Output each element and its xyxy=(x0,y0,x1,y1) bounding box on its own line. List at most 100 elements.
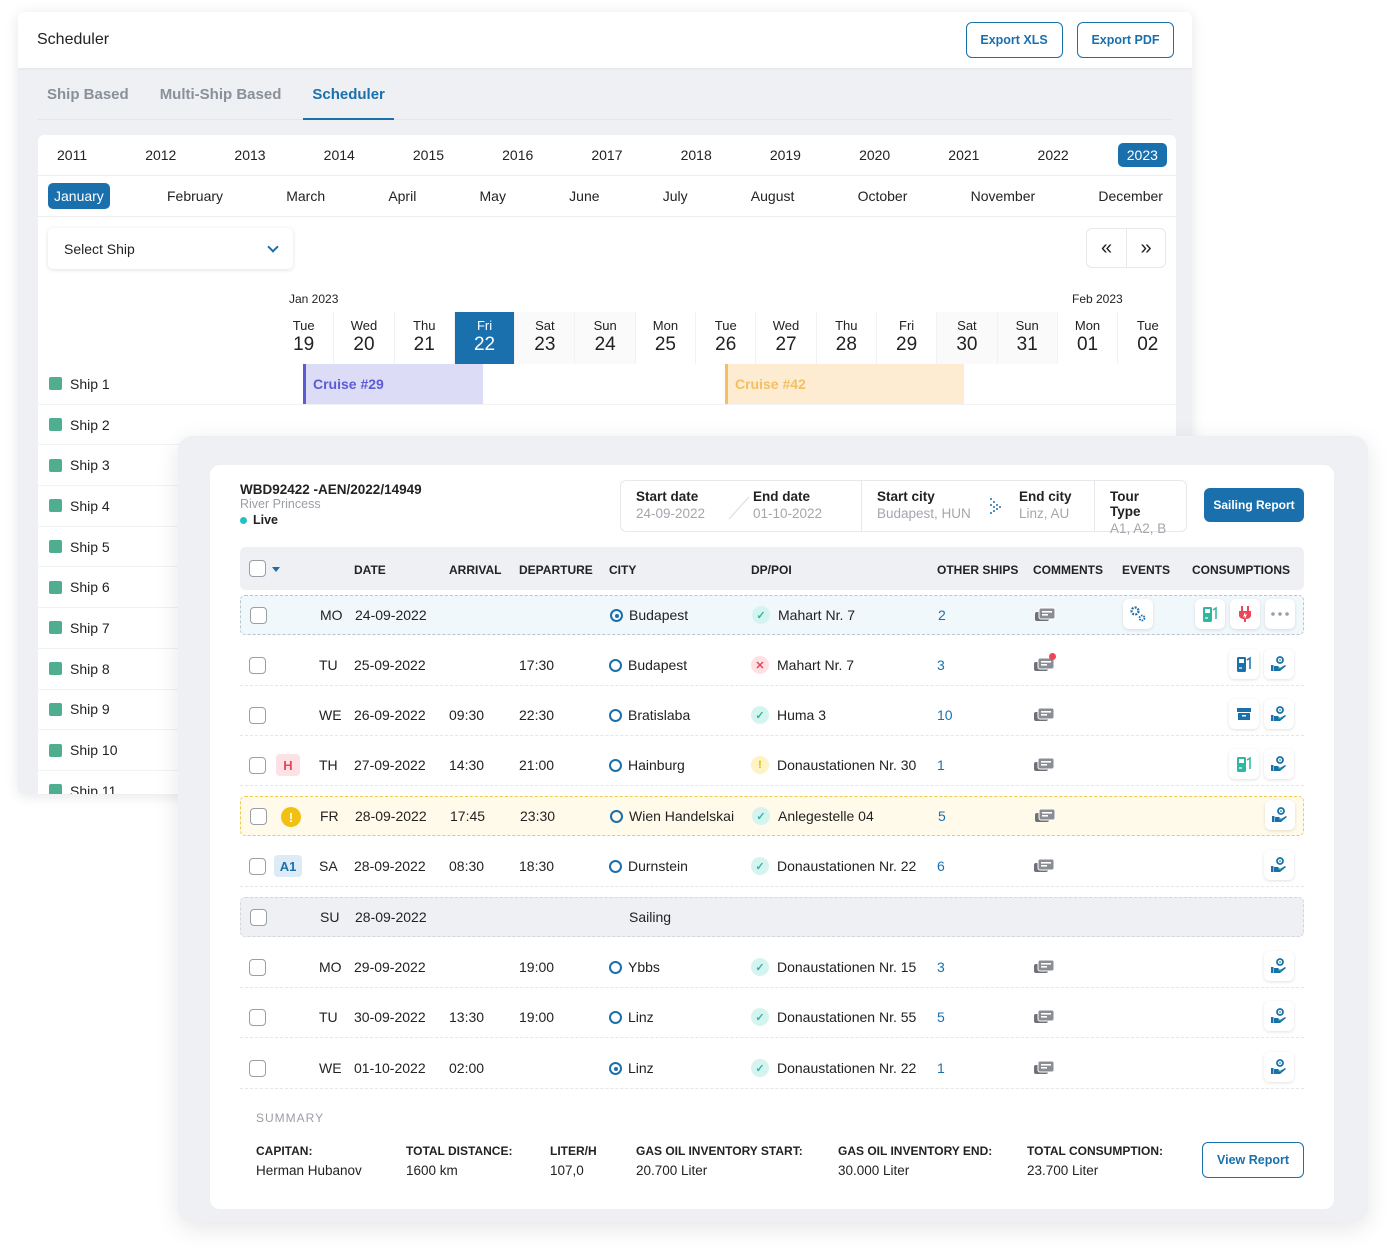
cruise-bar[interactable]: Cruise #42 xyxy=(725,364,964,404)
table-row[interactable]: TU 30-09-2022 13:30 19:00 Linz ✓ Donaustatione… xyxy=(240,998,1304,1038)
fuel-pump-icon[interactable] xyxy=(1229,649,1259,679)
comment-icon[interactable] xyxy=(1033,707,1055,724)
day-column[interactable]: Wed 27 xyxy=(756,312,817,364)
table-row[interactable]: A1 SA 28-09-2022 08:30 18:30 Durnstein ✓ Donaus… xyxy=(240,847,1304,887)
export-pdf-button[interactable]: Export PDF xyxy=(1077,22,1174,58)
col-date[interactable]: DATE xyxy=(354,563,386,577)
month-october[interactable]: October xyxy=(852,183,914,209)
row-city[interactable]: Linz xyxy=(628,1060,654,1076)
comment-icon[interactable] xyxy=(1033,959,1055,976)
row-other-ships[interactable]: 3 xyxy=(937,657,945,673)
col-departure[interactable]: DEPARTURE xyxy=(519,563,593,577)
row-dp-poi[interactable]: Donaustationen Nr. 22 xyxy=(777,858,916,874)
day-column[interactable]: Tue 19 xyxy=(274,312,335,364)
day-column[interactable]: Fri 29 xyxy=(877,312,938,364)
select-all-checkbox[interactable] xyxy=(249,560,266,577)
ship-row[interactable]: Ship 1 xyxy=(38,364,1176,405)
table-row[interactable]: MO 29-09-2022 19:00 Ybbs ✓ Donaustationen Nr.… xyxy=(240,948,1304,988)
water-supply-icon[interactable] xyxy=(1264,649,1294,679)
row-dp-poi[interactable]: Donaustationen Nr. 15 xyxy=(777,959,916,975)
col-events[interactable]: EVENTS xyxy=(1122,563,1170,577)
row-other-ships[interactable]: 2 xyxy=(938,607,946,623)
water-supply-icon[interactable] xyxy=(1264,951,1294,981)
table-row[interactable]: MO 24-09-2022 Budapest ✓ Mahart Nr. 7 2 xyxy=(240,595,1304,635)
row-checkbox[interactable] xyxy=(249,959,266,976)
fuel-pump-icon[interactable] xyxy=(1195,599,1225,629)
comment-icon[interactable] xyxy=(1033,858,1055,875)
caret-down-icon[interactable] xyxy=(272,567,280,572)
row-city[interactable]: Budapest xyxy=(628,657,687,673)
comment-icon[interactable] xyxy=(1034,808,1056,825)
year-2019[interactable]: 2019 xyxy=(761,143,810,167)
row-other-ships[interactable]: 5 xyxy=(937,1009,945,1025)
col-city[interactable]: CITY xyxy=(609,563,636,577)
row-city[interactable]: Ybbs xyxy=(628,959,660,975)
water-supply-icon[interactable] xyxy=(1264,749,1294,779)
month-november[interactable]: November xyxy=(965,183,1042,209)
month-august[interactable]: August xyxy=(745,183,801,209)
day-column[interactable]: Sat 23 xyxy=(515,312,576,364)
row-checkbox[interactable] xyxy=(249,1009,266,1026)
row-checkbox[interactable] xyxy=(250,909,267,926)
row-dp-poi[interactable]: Anlegestelle 04 xyxy=(778,808,874,824)
col-consumptions[interactable]: CONSUMPTIONS xyxy=(1192,563,1290,577)
month-may[interactable]: May xyxy=(474,183,512,209)
row-city[interactable]: Bratislaba xyxy=(628,707,690,723)
table-row[interactable]: H TH 27-09-2022 14:30 21:00 Hainburg! Donausta… xyxy=(240,746,1304,786)
cruise-bar[interactable]: Cruise #29 xyxy=(303,364,483,404)
tab-scheduler[interactable]: Scheduler xyxy=(303,86,394,120)
year-2022[interactable]: 2022 xyxy=(1029,143,1078,167)
month-july[interactable]: July xyxy=(657,183,694,209)
month-april[interactable]: April xyxy=(382,183,422,209)
day-column[interactable]: Sun 24 xyxy=(575,312,636,364)
row-checkbox[interactable] xyxy=(249,858,266,875)
row-checkbox[interactable] xyxy=(250,607,267,624)
day-column[interactable]: Sat 30 xyxy=(937,312,998,364)
water-supply-icon[interactable] xyxy=(1264,1001,1294,1031)
month-january[interactable]: January xyxy=(48,183,110,209)
comment-icon[interactable] xyxy=(1033,757,1055,774)
year-2017[interactable]: 2017 xyxy=(582,143,631,167)
select-ship-dropdown[interactable]: Select Ship xyxy=(48,228,293,269)
row-dp-poi[interactable]: Huma 3 xyxy=(777,707,826,723)
table-row[interactable]: SU 28-09-2022 Sailing xyxy=(240,897,1304,937)
comment-icon[interactable] xyxy=(1034,607,1056,624)
month-february[interactable]: February xyxy=(161,183,229,209)
row-dp-poi[interactable]: Donaustationen Nr. 22 xyxy=(777,1060,916,1076)
archive-icon[interactable] xyxy=(1229,699,1259,729)
plug-icon[interactable] xyxy=(1230,599,1260,629)
row-city[interactable]: Durnstein xyxy=(628,858,688,874)
month-march[interactable]: March xyxy=(280,183,331,209)
water-supply-icon[interactable] xyxy=(1265,800,1295,830)
day-column[interactable]: Mon 01 xyxy=(1058,312,1119,364)
row-dp-poi[interactable]: Mahart Nr. 7 xyxy=(778,607,855,623)
day-column[interactable]: Tue 02 xyxy=(1118,312,1179,364)
more-icon[interactable] xyxy=(1265,599,1295,629)
row-other-ships[interactable]: 3 xyxy=(937,959,945,975)
year-2018[interactable]: 2018 xyxy=(672,143,721,167)
view-report-button[interactable]: View Report xyxy=(1202,1142,1304,1178)
month-june[interactable]: June xyxy=(563,183,605,209)
row-dp-poi[interactable]: Donaustationen Nr. 55 xyxy=(777,1009,916,1025)
comment-icon[interactable] xyxy=(1033,1009,1055,1026)
fuel-pump-icon[interactable] xyxy=(1229,749,1259,779)
row-city[interactable]: Linz xyxy=(628,1009,654,1025)
row-checkbox[interactable] xyxy=(250,808,267,825)
day-column[interactable]: Wed 20 xyxy=(334,312,395,364)
row-checkbox[interactable] xyxy=(249,707,266,724)
year-2013[interactable]: 2013 xyxy=(225,143,274,167)
row-checkbox[interactable] xyxy=(249,657,266,674)
year-2020[interactable]: 2020 xyxy=(850,143,899,167)
day-column[interactable]: Fri 22 xyxy=(454,312,516,364)
year-2012[interactable]: 2012 xyxy=(136,143,185,167)
row-other-ships[interactable]: 5 xyxy=(938,808,946,824)
table-row[interactable]: ! FR 28-09-2022 17:45 23:30 Wien Handelskai ✓ A… xyxy=(240,796,1304,836)
export-xls-button[interactable]: Export XLS xyxy=(965,22,1063,58)
year-2011[interactable]: 2011 xyxy=(48,143,96,167)
water-supply-icon[interactable] xyxy=(1264,850,1294,880)
row-city[interactable]: Hainburg xyxy=(628,757,685,773)
comment-icon[interactable] xyxy=(1033,1060,1055,1077)
table-row[interactable]: TU 25-09-2022 17:30 Budapest ✕ Mahart Nr. 7 3 xyxy=(240,646,1304,686)
water-supply-icon[interactable] xyxy=(1264,1052,1294,1082)
year-2021[interactable]: 2021 xyxy=(939,143,988,167)
